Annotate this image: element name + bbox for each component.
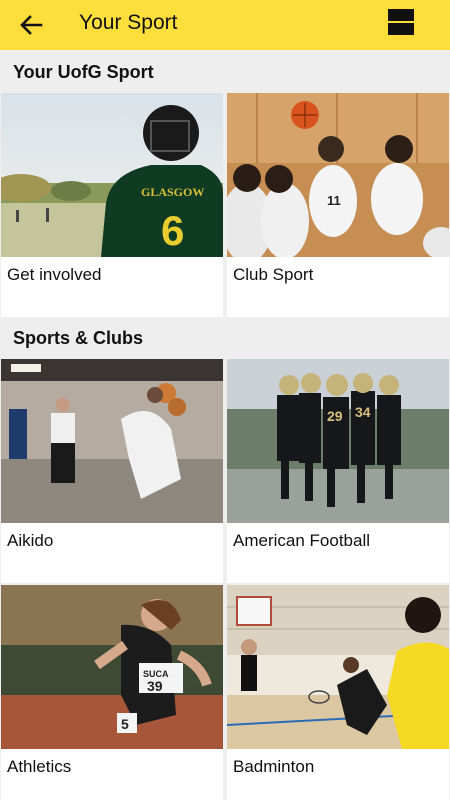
section-title-sports-clubs: Sports & Clubs: [13, 328, 144, 348]
badminton-image: [227, 585, 449, 749]
card-label: Club Sport: [233, 265, 314, 284]
section-title-your-uofg-sport: Your UofG Sport: [13, 62, 154, 82]
svg-text:34: 34: [355, 404, 371, 420]
card-badminton[interactable]: Badminton: [227, 585, 449, 800]
svg-text:GLASGOW: GLASGOW: [141, 185, 204, 199]
svg-text:6: 6: [161, 207, 184, 254]
view-toggle-icon[interactable]: [388, 9, 414, 35]
svg-text:39: 39: [147, 678, 163, 694]
svg-text:5: 5: [121, 716, 129, 732]
arrow-left-icon[interactable]: [18, 12, 44, 38]
svg-text:29: 29: [327, 408, 343, 424]
app-bar: Your Sport: [0, 0, 450, 50]
page-title: Your Sport: [79, 11, 178, 34]
american-football-image: 29 34: [227, 359, 449, 523]
card-label: Athletics: [7, 757, 72, 776]
card-label: Badminton: [233, 757, 315, 776]
svg-text:11: 11: [327, 193, 341, 208]
card-label: American Football: [233, 531, 371, 550]
card-label: Get involved: [7, 265, 102, 284]
club-sport-image: 11: [227, 93, 449, 257]
athletics-image: SUCA 39 5: [1, 585, 223, 749]
get-involved-image: GLASGOW 6: [1, 93, 223, 257]
card-athletics[interactable]: SUCA 39 5 Athletics: [1, 585, 223, 800]
aikido-image: [1, 359, 223, 523]
card-get-involved[interactable]: GLASGOW 6 Get involved: [1, 93, 223, 317]
card-aikido[interactable]: Aikido: [1, 359, 223, 583]
card-club-sport[interactable]: 11 Club Sport: [227, 93, 449, 317]
card-label: Aikido: [7, 531, 54, 550]
card-american-football[interactable]: 29 34 American Football: [227, 359, 449, 583]
